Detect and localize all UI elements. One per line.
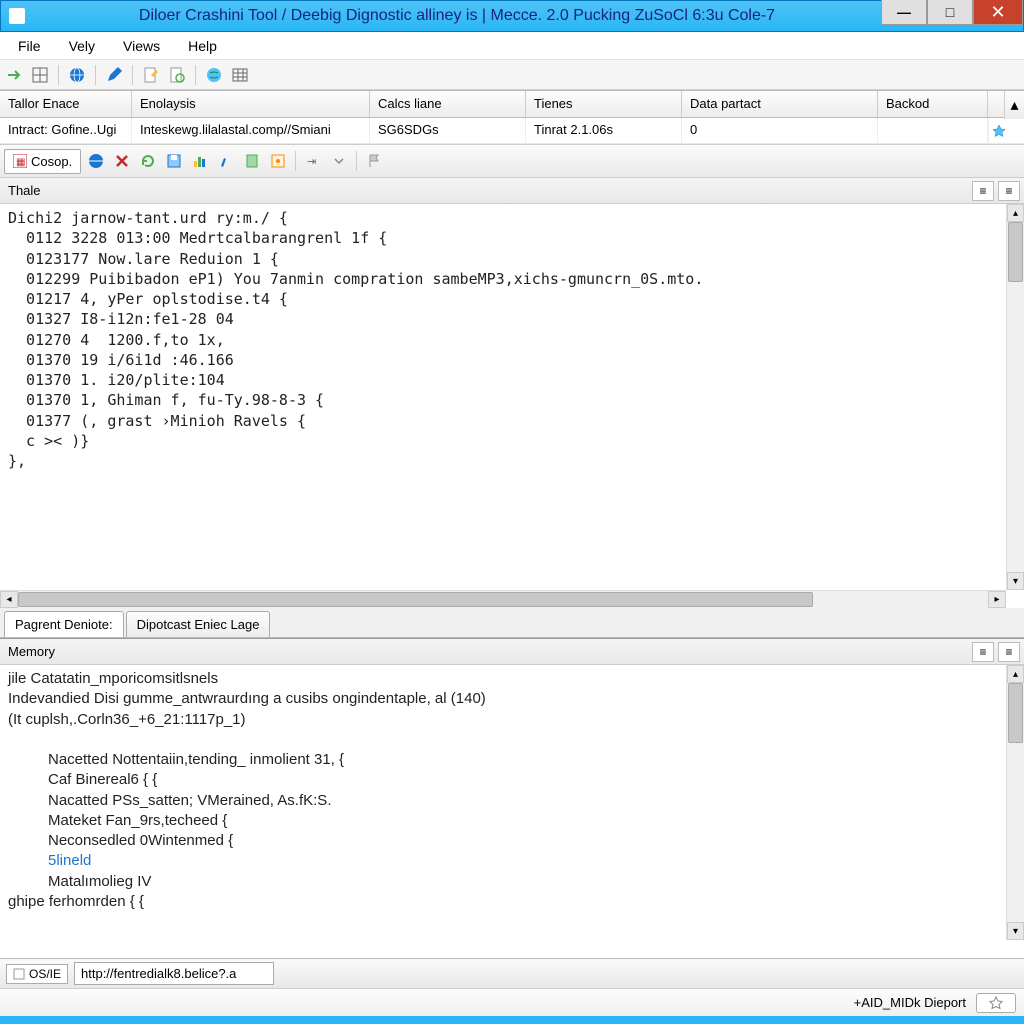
cell-1: Inteskewg.lilalastal.comp//Smiani — [132, 118, 370, 143]
menubar: File Vely Views Help — [0, 32, 1024, 60]
scroll-down-icon[interactable]: ▾ — [1007, 922, 1024, 940]
scroll-down-icon[interactable]: ▾ — [1007, 572, 1024, 590]
save-icon[interactable] — [163, 150, 185, 172]
bottom-panel: Memory ≡ ≡ jile Catatatin_mporicomsitlsn… — [0, 638, 1024, 958]
step-icon[interactable]: ⇥ — [302, 150, 324, 172]
upper-code-content[interactable]: Dichi2 jarnow-tant.urd ry:m./ { 0112 322… — [0, 204, 1024, 475]
statusbar-2: +AID_MIDk Dieport — [0, 988, 1024, 1016]
page-icon — [13, 968, 25, 980]
scroll-up-button[interactable]: ▴ — [1004, 91, 1024, 119]
tab-dipotcast[interactable]: Dipotcast Eniec Lage — [126, 611, 271, 637]
separator — [295, 151, 296, 171]
scroll-left-icon[interactable]: ◂ — [0, 591, 18, 608]
scroll-thumb[interactable] — [1008, 683, 1023, 743]
upper-panel-title: Thale — [8, 183, 41, 198]
separator — [195, 65, 196, 85]
os-badge[interactable]: OS/IE — [6, 964, 68, 984]
badge-label: OS/IE — [29, 967, 61, 981]
refresh-icon[interactable] — [137, 150, 159, 172]
menu-file[interactable]: File — [4, 34, 55, 58]
bottom-code-content[interactable]: jile Catatatin_mporicomsitlsnelsIndevand… — [0, 665, 1024, 916]
grid-icon[interactable] — [30, 65, 50, 85]
svg-text:⇥: ⇥ — [307, 156, 316, 168]
star-button[interactable] — [976, 993, 1016, 1013]
col-header-0[interactable]: Tallor Enace — [0, 91, 132, 117]
delete-icon[interactable] — [111, 150, 133, 172]
menu-vely[interactable]: Vely — [55, 34, 109, 58]
main-toolbar — [0, 60, 1024, 90]
globe-small-icon[interactable] — [85, 150, 107, 172]
separator — [58, 65, 59, 85]
statusbar: OS/IE — [0, 958, 1024, 988]
secondary-toolbar: ▦ Cosop. ⇥ — [0, 144, 1024, 178]
tab-pagrent[interactable]: Pagrent Deniote: — [4, 611, 124, 637]
chart-icon[interactable] — [189, 150, 211, 172]
cell-2: SG6SDGs — [370, 118, 526, 143]
horizontal-scrollbar[interactable]: ◂ ▸ — [0, 590, 1006, 608]
menu-help[interactable]: Help — [174, 34, 231, 58]
cell-5 — [878, 118, 988, 143]
cell-4: 0 — [682, 118, 878, 143]
upper-code-area: Dichi2 jarnow-tant.urd ry:m./ { 0112 322… — [0, 204, 1024, 608]
arrow-icon[interactable] — [4, 65, 24, 85]
box-icon[interactable] — [267, 150, 289, 172]
console-tab-label: Cosop. — [31, 154, 72, 169]
scroll-right-icon[interactable]: ▸ — [988, 591, 1006, 608]
col-header-3[interactable]: Tienes — [526, 91, 682, 117]
minimize-button[interactable]: — — [881, 0, 927, 25]
panel-menu-icon[interactable]: ≡ — [972, 642, 994, 662]
grid-header: Tallor Enace Enolaysis Calcs liane Tiene… — [0, 90, 1024, 118]
separator — [132, 65, 133, 85]
window-controls: — □ ✕ — [881, 1, 1023, 31]
panel-menu-icon[interactable]: ≡ — [972, 181, 994, 201]
cell-0: Intract: Gofine..Ugi — [0, 118, 132, 143]
bottom-code-area: jile Catatatin_mporicomsitlsnelsIndevand… — [0, 665, 1024, 958]
url-input[interactable] — [74, 962, 274, 985]
scroll-up-icon[interactable]: ▴ — [1007, 204, 1024, 222]
cell-3: Tinrat 2.1.06s — [526, 118, 682, 143]
scroll-thumb[interactable] — [1008, 222, 1023, 282]
panel-menu2-icon[interactable]: ≡ — [998, 642, 1020, 662]
titlebar: Diloer Crashini Tool / Deebig Dignostic … — [0, 0, 1024, 32]
hscroll-thumb[interactable] — [18, 592, 813, 607]
close-button[interactable]: ✕ — [973, 0, 1023, 25]
separator — [356, 151, 357, 171]
col-header-5[interactable]: Backod — [878, 91, 988, 117]
upper-panel-header: Thale ≡ ≡ — [0, 178, 1024, 204]
maximize-button[interactable]: □ — [927, 0, 973, 25]
page-refresh-icon[interactable] — [167, 65, 187, 85]
col-header-4[interactable]: Data partact — [682, 91, 878, 117]
row-action-icon[interactable] — [988, 118, 1008, 143]
grid-row[interactable]: Intract: Gofine..Ugi Inteskewg.lilalasta… — [0, 118, 1024, 144]
window-title: Diloer Crashini Tool / Deebig Dignostic … — [33, 7, 881, 25]
page-export-icon[interactable] — [241, 150, 263, 172]
globe-icon[interactable] — [67, 65, 87, 85]
status-right-text: +AID_MIDk Dieport — [854, 995, 966, 1010]
world-icon[interactable] — [204, 65, 224, 85]
panel-menu2-icon[interactable]: ≡ — [998, 181, 1020, 201]
page-edit-icon[interactable] — [141, 65, 161, 85]
vertical-scrollbar[interactable]: ▴ ▾ — [1006, 665, 1024, 940]
bottom-panel-header: Memory ≡ ≡ — [0, 639, 1024, 665]
svg-text:▦: ▦ — [16, 157, 25, 168]
scroll-up-icon[interactable]: ▴ — [1007, 665, 1024, 683]
bottom-panel-title: Memory — [8, 644, 55, 659]
brush-icon[interactable] — [215, 150, 237, 172]
flag-icon[interactable] — [363, 150, 385, 172]
bottom-tabs: Pagrent Deniote: Dipotcast Eniec Lage — [0, 608, 1024, 638]
separator — [95, 65, 96, 85]
console-tab[interactable]: ▦ Cosop. — [4, 149, 81, 174]
app-icon — [9, 8, 25, 24]
menu-views[interactable]: Views — [109, 34, 174, 58]
vertical-scrollbar[interactable]: ▴ ▾ — [1006, 204, 1024, 590]
dropdown-icon[interactable] — [328, 150, 350, 172]
console-icon: ▦ — [13, 154, 27, 168]
col-header-1[interactable]: Enolaysis — [132, 91, 370, 117]
table-icon[interactable] — [230, 65, 250, 85]
col-header-2[interactable]: Calcs liane — [370, 91, 526, 117]
bottom-blue-bar — [0, 1016, 1024, 1024]
pencil-icon[interactable] — [104, 65, 124, 85]
